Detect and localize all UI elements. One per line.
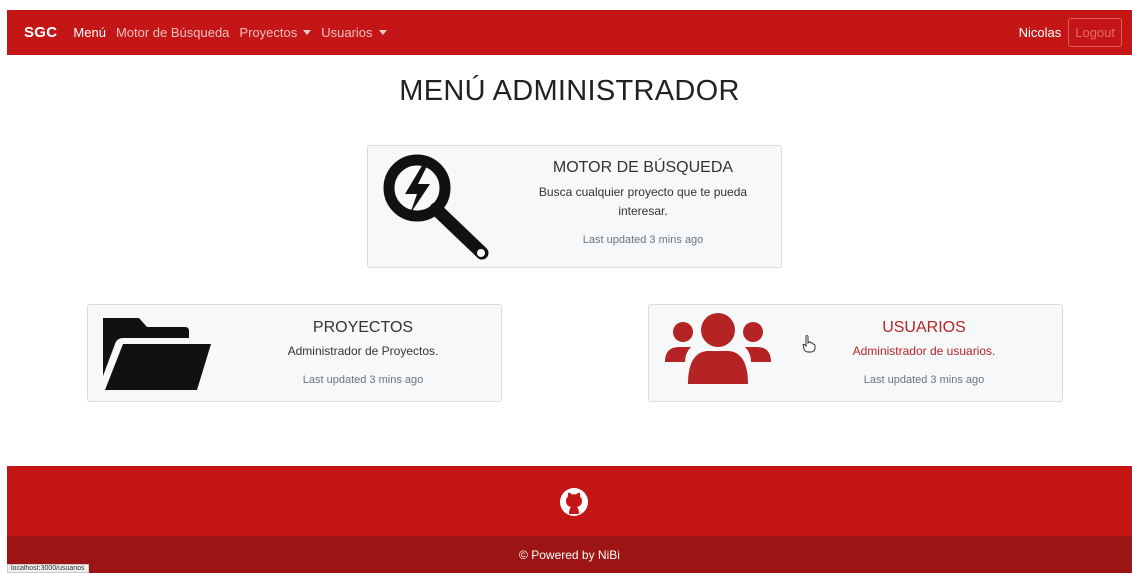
nav-dropdown-projects[interactable]: Proyectos: [239, 25, 312, 40]
card-users-text: Administrador de usuarios.: [852, 344, 996, 358]
folder-open-icon: [103, 318, 211, 390]
nav-dropdown-users-label: Usuarios: [321, 25, 373, 40]
user-name[interactable]: Nicolas: [1019, 25, 1062, 40]
browser-viewport: SGC Menú Motor de Búsqueda Proyectos Usu…: [7, 10, 1132, 573]
card-users-updated: Last updated 3 mins ago: [863, 374, 985, 386]
status-bar-url: localhost:3000/usuarios: [7, 564, 89, 573]
nav-item-menu[interactable]: Menú: [73, 25, 106, 40]
card-projects[interactable]: PROYECTOS Administrador de Proyectos. La…: [87, 304, 502, 402]
brand-logo[interactable]: SGC: [24, 24, 57, 41]
footer-top: [7, 466, 1132, 536]
chevron-down-icon: [378, 30, 387, 35]
logout-button[interactable]: Logout: [1068, 18, 1122, 47]
search-bolt-icon: [383, 154, 489, 260]
card-search-title: MOTOR DE BÚSQUEDA: [552, 159, 734, 176]
chevron-down-icon: [303, 30, 312, 35]
powered-by-text: © Powered by NiBi: [519, 548, 620, 562]
card-projects-title: PROYECTOS: [312, 319, 414, 336]
card-projects-updated: Last updated 3 mins ago: [302, 374, 424, 386]
footer-bottom: © Powered by NiBi: [7, 536, 1132, 573]
users-icon: [665, 313, 771, 384]
card-users[interactable]: USUARIOS Administrador de usuarios. Last…: [648, 304, 1063, 402]
card-users-title: USUARIOS: [882, 319, 966, 336]
nav-dropdown-projects-label: Proyectos: [239, 25, 298, 40]
hand-cursor-icon: [802, 335, 816, 353]
nav-item-search[interactable]: Motor de Búsqueda: [116, 25, 229, 40]
card-search-text: Busca cualquier proyecto que te pueda in…: [538, 185, 748, 218]
navbar: SGC Menú Motor de Búsqueda Proyectos Usu…: [7, 10, 1132, 55]
github-icon[interactable]: [559, 487, 589, 517]
card-projects-text: Administrador de Proyectos.: [287, 344, 439, 358]
page-title: MENÚ ADMINISTRADOR: [399, 75, 740, 107]
nav-user-area: Nicolas Logout: [1019, 18, 1122, 47]
nav-dropdown-users[interactable]: Usuarios: [321, 25, 387, 40]
card-search-engine[interactable]: MOTOR DE BÚSQUEDA Busca cualquier proyec…: [367, 145, 782, 268]
card-search-updated: Last updated 3 mins ago: [582, 234, 704, 246]
